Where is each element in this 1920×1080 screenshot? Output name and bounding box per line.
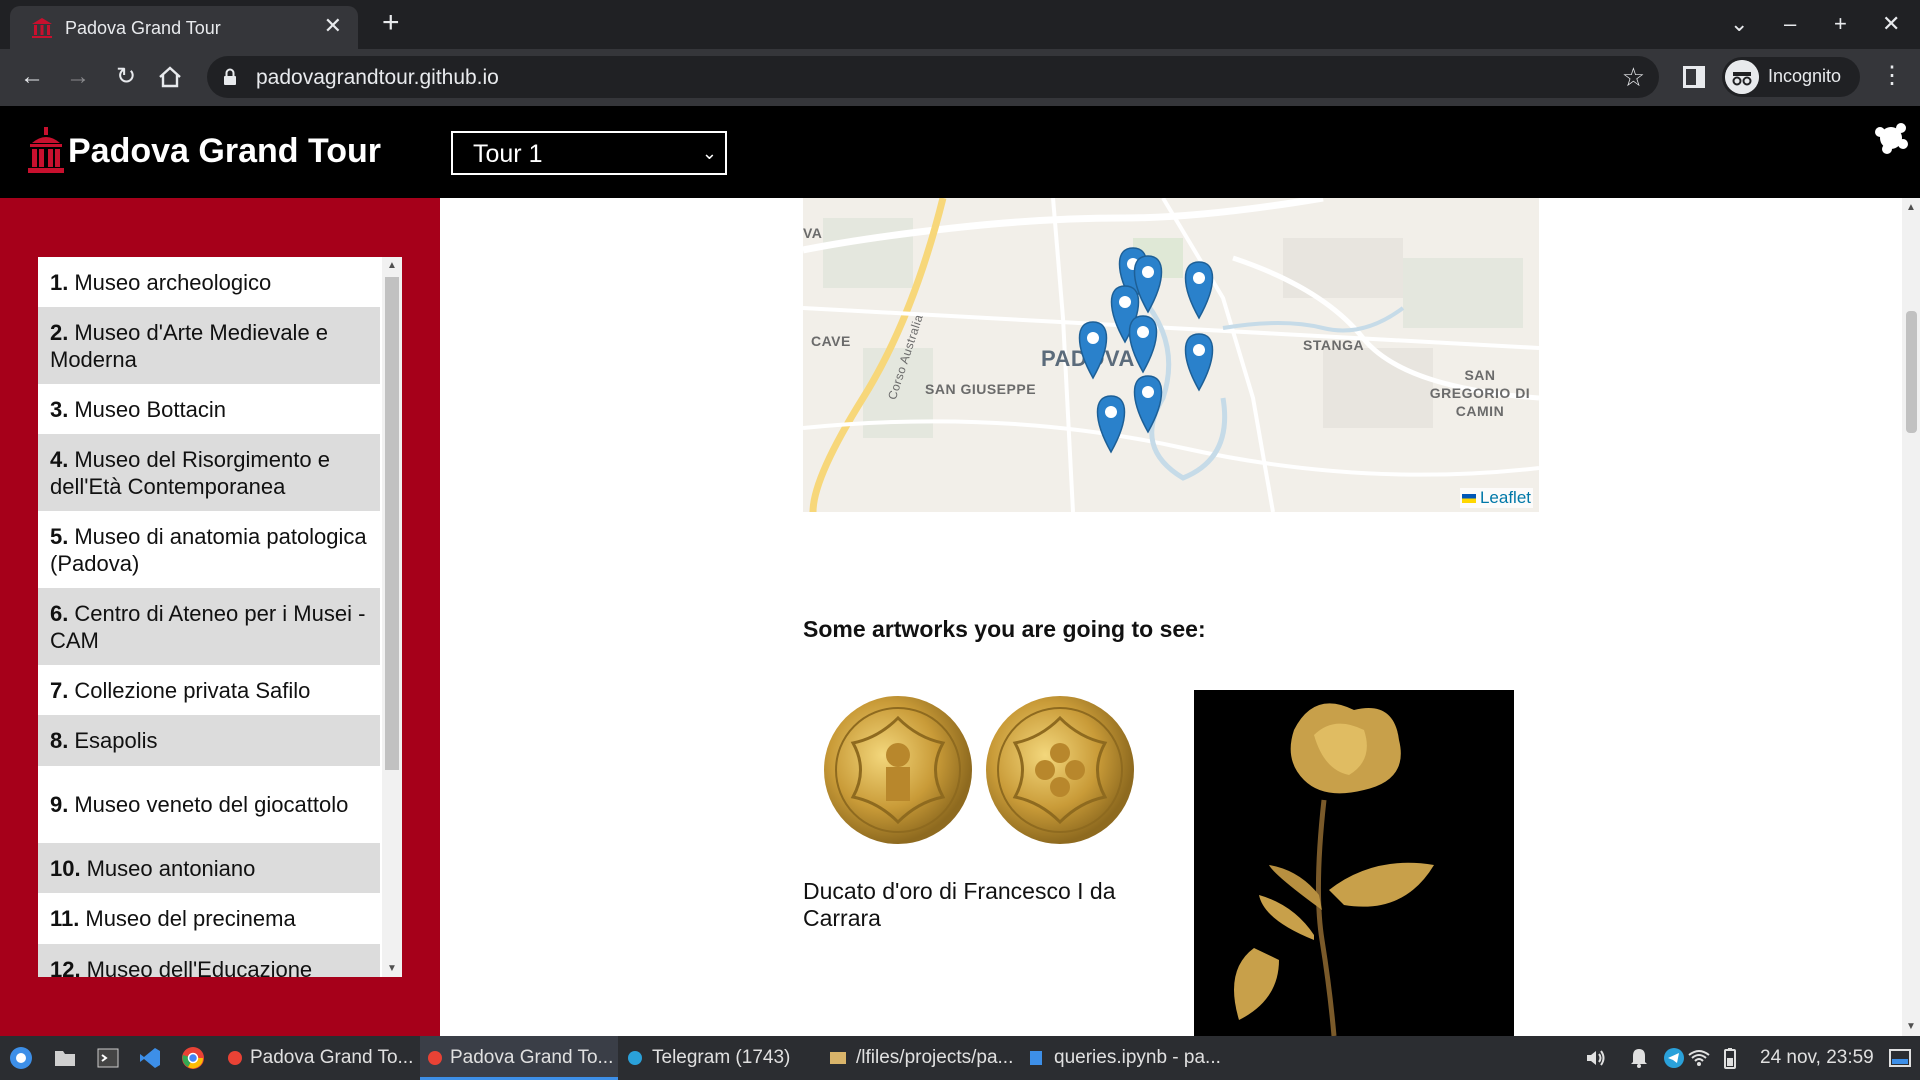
taskbar-task-telegram[interactable]: Telegram (1743) [622, 1036, 822, 1080]
page-scrollbar-thumb[interactable] [1906, 311, 1917, 433]
scroll-up-icon[interactable]: ▲ [1906, 202, 1916, 213]
show-desktop-icon[interactable] [1888, 1046, 1912, 1070]
taskbar-clock[interactable]: 24 nov, 23:59 [1760, 1047, 1874, 1069]
list-item[interactable]: 11. Museo del precinema [38, 893, 380, 944]
menu-kebab-icon[interactable]: ⋮ [1880, 61, 1904, 90]
museum-favicon-icon [32, 18, 52, 38]
taskbar-task-vscode[interactable]: queries.ipynb - pa... [1024, 1036, 1224, 1080]
ukraine-flag-icon [1461, 494, 1476, 504]
map-marker-icon[interactable] [1128, 315, 1158, 373]
side-panel-icon[interactable] [1683, 66, 1705, 88]
terminal-icon[interactable] [96, 1046, 120, 1070]
list-item[interactable]: 1. Museo archeologico [38, 257, 380, 307]
bookmark-star-icon[interactable]: ☆ [1622, 62, 1645, 93]
main-content: VA CAVE Corso Australia SAN GIUSEPPE PAD… [440, 198, 1902, 1036]
site-header: Padova Grand Tour Tour 1 ⌄ [0, 106, 1920, 198]
lock-icon [224, 68, 236, 85]
theme-toggle-icon[interactable] [1873, 120, 1909, 156]
scroll-down-icon[interactable]: ▼ [1906, 1021, 1916, 1032]
leaflet-attribution-link[interactable]: Leaflet [1459, 488, 1533, 508]
list-item[interactable]: 8. Esapolis [38, 715, 380, 766]
list-item[interactable]: 9. Museo veneto del giocattolo [38, 766, 380, 843]
file-manager-icon[interactable] [53, 1046, 77, 1070]
vscode-icon [1030, 1050, 1042, 1065]
address-bar[interactable]: padovagrandtour.github.io ☆ [207, 56, 1659, 98]
artwork-caption: Ducato d'oro di Francesco I da Carrara [803, 878, 1116, 931]
chrome-icon [428, 1050, 442, 1065]
map-markers [1078, 247, 1214, 453]
app-launcher-icon[interactable] [9, 1046, 33, 1070]
museum-icon [28, 127, 64, 173]
tab-title: Padova Grand Tour [65, 18, 221, 38]
scroll-down-icon[interactable]: ▼ [387, 963, 397, 974]
telegram-icon [628, 1050, 642, 1065]
list-item[interactable]: 2. Museo d'Arte Medievale e Moderna [38, 307, 380, 384]
museum-list[interactable]: 1. Museo archeologico 2. Museo d'Arte Medi… [38, 257, 402, 977]
telegram-tray-icon[interactable] [1662, 1046, 1686, 1070]
new-tab-button[interactable]: + [382, 8, 400, 38]
list-item[interactable]: 3. Museo Bottacin [38, 384, 380, 434]
tour-select-value: Tour 1 [473, 140, 543, 168]
chrome-icon[interactable] [181, 1046, 205, 1070]
list-scrollbar[interactable]: ▲ ▼ [382, 257, 402, 977]
maximize-icon[interactable]: + [1834, 10, 1847, 38]
map-marker-icon[interactable] [1184, 333, 1214, 391]
volume-icon[interactable] [1584, 1046, 1608, 1070]
page-scrollbar[interactable]: ▲ ▼ [1902, 198, 1920, 1036]
map-marker-icon[interactable] [1133, 375, 1163, 433]
list-item[interactable]: 5. Museo di anatomia patologica (Padova) [38, 511, 380, 588]
vscode-icon[interactable] [138, 1046, 162, 1070]
map-marker-icon[interactable] [1078, 321, 1108, 379]
golden-rose-image[interactable] [1194, 690, 1514, 1036]
tab-search-icon[interactable]: ⌄ [1730, 10, 1748, 38]
map-marker-icon[interactable] [1096, 395, 1126, 453]
scroll-up-icon[interactable]: ▲ [387, 260, 397, 271]
folder-icon [830, 1051, 846, 1064]
home-icon[interactable] [158, 66, 182, 88]
minimize-icon[interactable]: – [1784, 10, 1796, 38]
sidebar: 1. Museo archeologico 2. Museo d'Arte Medi… [0, 198, 440, 1036]
chevron-down-icon: ⌄ [701, 143, 717, 163]
reload-icon[interactable]: ↻ [111, 62, 141, 92]
url-text: padovagrandtour.github.io [256, 66, 499, 89]
incognito-icon [1725, 60, 1759, 94]
notifications-bell-icon[interactable] [1627, 1046, 1651, 1070]
tab-close-icon[interactable]: ✕ [324, 13, 342, 39]
forward-arrow-icon[interactable]: → [63, 62, 93, 92]
list-item[interactable]: 12. Museo dell'Educazione [38, 944, 380, 977]
close-window-icon[interactable]: ✕ [1882, 10, 1900, 38]
map-marker-icon[interactable] [1184, 261, 1214, 319]
list-item[interactable]: 10. Museo antoniano [38, 843, 380, 893]
taskbar-task-chrome-1[interactable]: Padova Grand To... [220, 1036, 416, 1080]
gold-ducat-image[interactable] [823, 693, 1143, 847]
taskbar-task-folder[interactable]: /lfiles/projects/pa... [826, 1036, 1020, 1080]
wifi-icon[interactable] [1687, 1046, 1711, 1070]
list-item[interactable]: 4. Museo del Risorgimento e dell'Età Cont… [38, 434, 380, 511]
browser-toolbar: ← → ↻ padovagrandtour.github.io ☆ Incogn… [0, 49, 1920, 106]
incognito-label: Incognito [1768, 66, 1842, 86]
battery-icon[interactable] [1718, 1046, 1742, 1070]
golden-rose-drawing [1234, 703, 1434, 1036]
list-item[interactable]: 7. Collezione privata Safilo [38, 665, 380, 715]
tour-select[interactable]: Tour 1 ⌄ [451, 131, 727, 175]
taskbar-task-chrome-2[interactable]: Padova Grand To... [420, 1036, 618, 1080]
list-scrollbar-thumb[interactable] [385, 277, 399, 770]
back-arrow-icon[interactable]: ← [17, 62, 47, 92]
os-taskbar: Padova Grand To... Padova Grand To... Te… [0, 1036, 1920, 1080]
site-title[interactable]: Padova Grand Tour [68, 132, 381, 171]
chrome-icon [228, 1050, 242, 1065]
browser-tab-strip: Padova Grand Tour ✕ + ⌄ – + ✕ [0, 0, 1920, 49]
list-item[interactable]: 6. Centro di Ateneo per i Musei - CAM [38, 588, 380, 665]
browser-tab[interactable]: Padova Grand Tour ✕ [10, 6, 358, 49]
artworks-heading: Some artworks you are going to see: [803, 616, 1206, 642]
incognito-profile-button[interactable]: Incognito [1722, 57, 1860, 97]
leaflet-map[interactable]: VA CAVE Corso Australia SAN GIUSEPPE PAD… [803, 198, 1539, 512]
